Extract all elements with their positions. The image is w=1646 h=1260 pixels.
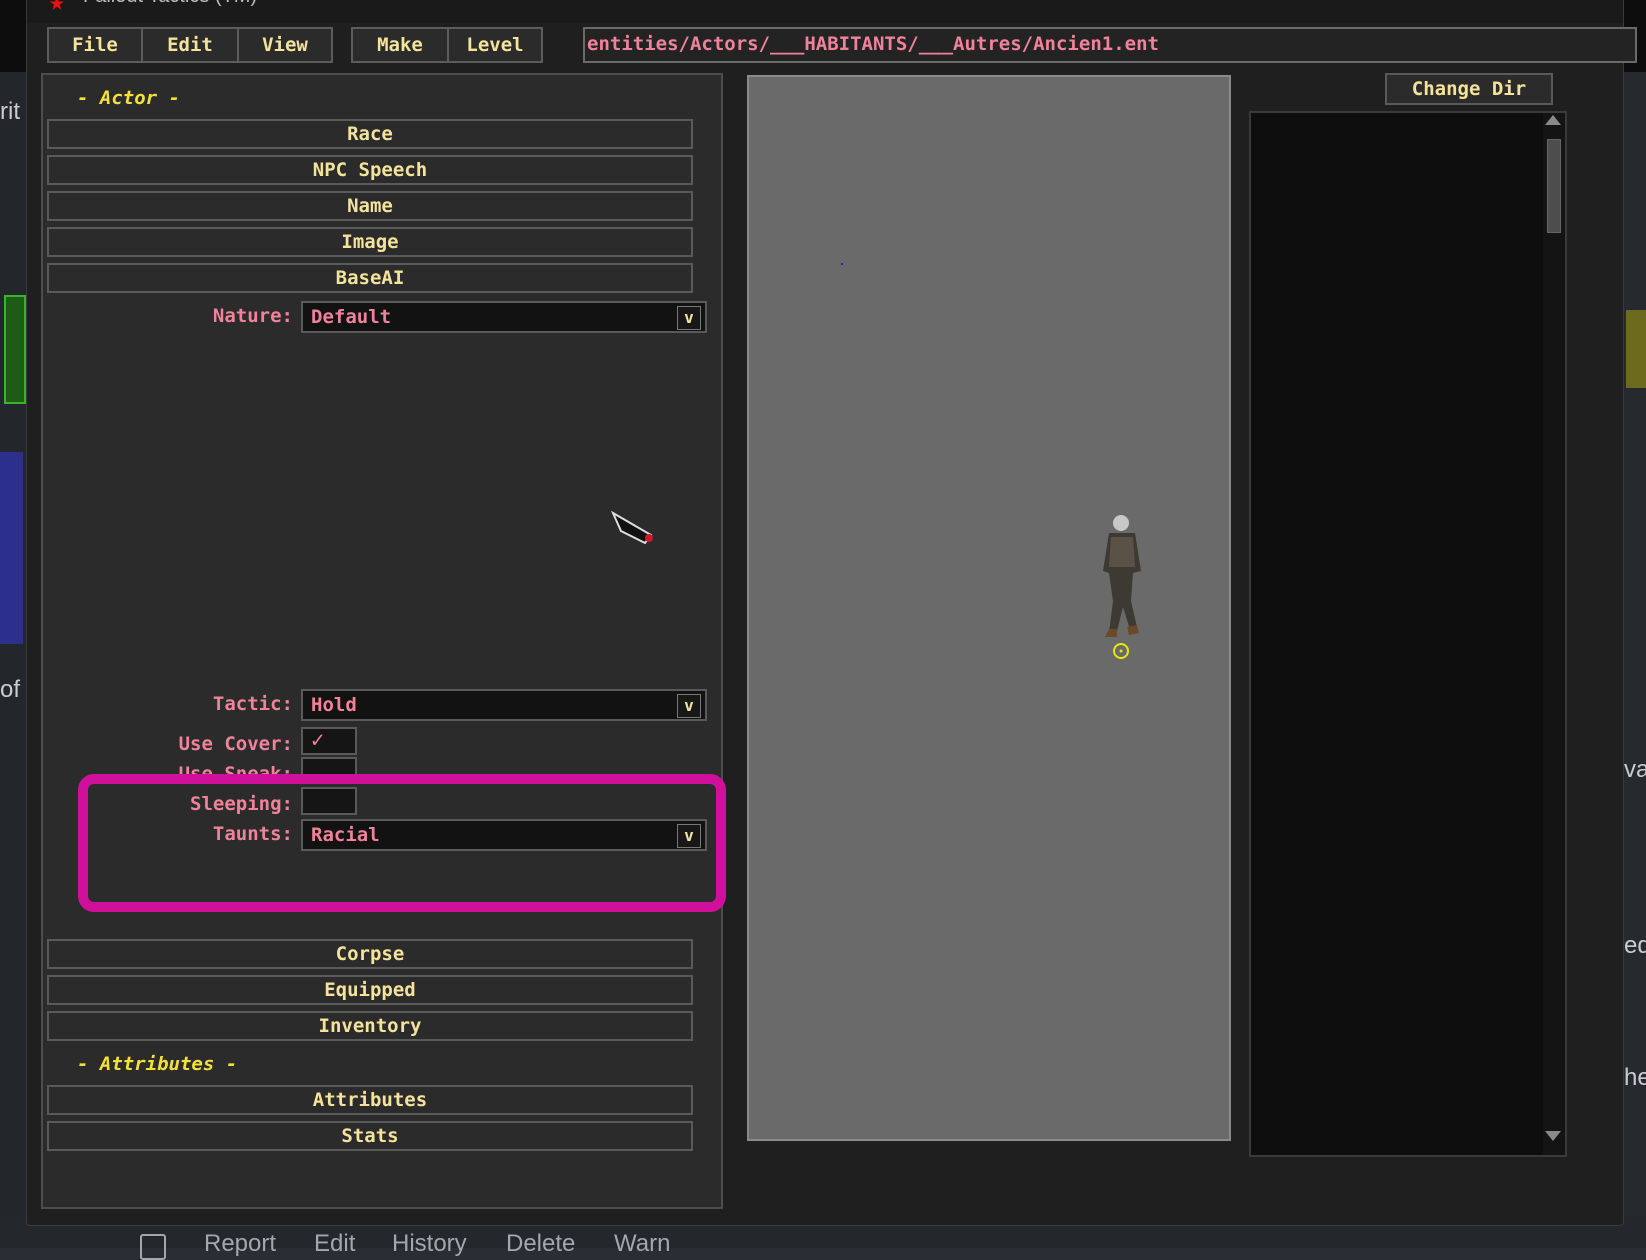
change-dir-button[interactable]: Change Dir — [1385, 73, 1553, 105]
background-text-fragment: he — [1624, 1064, 1646, 1091]
baseai-button[interactable]: BaseAI — [47, 263, 693, 293]
sprite-preview-area[interactable] — [747, 75, 1231, 1141]
attributes-section-header[interactable]: - Attributes - — [77, 1053, 237, 1075]
delete-link[interactable]: Delete — [506, 1230, 575, 1258]
image-button[interactable]: Image — [47, 227, 693, 257]
edit-menu-button[interactable]: Edit — [141, 27, 239, 63]
tactic-dropdown[interactable]: Hold v — [301, 689, 707, 721]
tactic-value: Hold — [311, 694, 357, 716]
title-bar: ★ Fallout Tactics (TM) — [27, 0, 1623, 23]
file-menu-button[interactable]: File — [47, 27, 143, 63]
preview-marker-dot — [841, 263, 843, 265]
npc-speech-button[interactable]: NPC Speech — [47, 155, 693, 185]
report-link[interactable]: Report — [204, 1230, 276, 1258]
annotation-highlight-box — [78, 774, 726, 912]
actor-sprite-image — [1103, 515, 1141, 659]
use-cover-label: Use Cover: — [178, 733, 293, 755]
inventory-button[interactable]: Inventory — [47, 1011, 693, 1041]
editor-window: ★ Fallout Tactics (TM) File Edit View Ma… — [26, 0, 1637, 1226]
nature-label: Nature: — [212, 305, 293, 327]
corpse-button[interactable]: Corpse — [47, 939, 693, 969]
background-text-fragment: rit — [0, 98, 20, 125]
history-link[interactable]: History — [392, 1230, 467, 1258]
actor-section-header[interactable]: - Actor - — [77, 87, 180, 109]
use-cover-checkbox[interactable]: ✓ — [301, 727, 357, 755]
scroll-down-arrow-icon[interactable] — [1545, 1131, 1561, 1141]
view-menu-button[interactable]: View — [237, 27, 333, 63]
file-list-panel[interactable] — [1249, 111, 1567, 1157]
stats-button[interactable]: Stats — [47, 1121, 693, 1151]
scroll-up-arrow-icon[interactable] — [1545, 115, 1561, 125]
warn-link[interactable]: Warn — [614, 1230, 670, 1258]
make-menu-button[interactable]: Make — [351, 27, 449, 63]
app-star-icon: ★ — [49, 0, 65, 17]
dropdown-arrow-icon[interactable]: v — [677, 694, 701, 718]
properties-panel[interactable]: - Actor - Race NPC Speech Name Image Bas… — [41, 73, 723, 1209]
background-text-fragment: ed — [1624, 932, 1646, 959]
entity-path-field[interactable]: entities/Actors/___HABITANTS/___Autres/A… — [583, 27, 1637, 63]
nature-dropdown[interactable]: Default v — [301, 301, 707, 333]
tactic-label: Tactic: — [212, 693, 293, 715]
background-green-thumbnail — [4, 295, 26, 404]
scrollbar-thumb[interactable] — [1547, 139, 1561, 233]
background-text-fragment: va — [1624, 756, 1646, 783]
nature-value: Default — [311, 306, 392, 328]
race-button[interactable]: Race — [47, 119, 693, 149]
mouse-cursor-icon — [611, 511, 653, 545]
dropdown-arrow-icon[interactable]: v — [677, 306, 701, 330]
edit-link[interactable]: Edit — [314, 1230, 355, 1258]
background-text-fragment: of — [0, 676, 21, 703]
background-blue-block — [0, 452, 23, 644]
select-checkbox[interactable] — [140, 1234, 166, 1260]
background-yellow-thumbnail — [1626, 310, 1646, 388]
name-button[interactable]: Name — [47, 191, 693, 221]
level-menu-button[interactable]: Level — [447, 27, 543, 63]
list-scrollbar[interactable] — [1543, 113, 1565, 1155]
window-title: Fallout Tactics (TM) — [83, 0, 257, 8]
equipped-button[interactable]: Equipped — [47, 975, 693, 1005]
attributes-button[interactable]: Attributes — [47, 1085, 693, 1115]
